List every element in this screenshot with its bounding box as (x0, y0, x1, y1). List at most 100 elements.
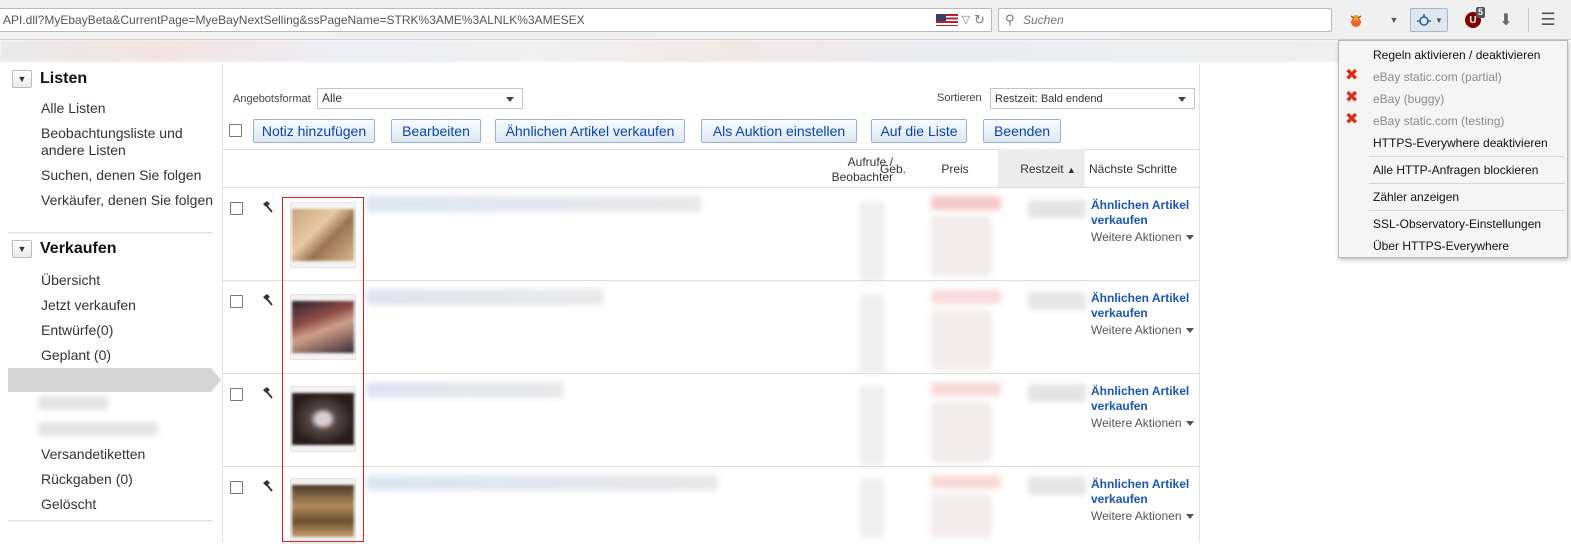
sidebar-item-blurred[interactable] (38, 396, 108, 410)
menu-item-disable-https-everywhere[interactable]: HTTPS-Everywhere deaktivieren (1373, 136, 1548, 150)
sidebar-item-entwuerfe[interactable]: Entwürfe(0) (41, 322, 216, 339)
link-text: verkaufen (1091, 213, 1148, 227)
menu-separator (1369, 156, 1565, 157)
browser-toolbar: API.dll?MyEbayBeta&CurrentPage=MyeBayNex… (0, 0, 1571, 40)
more-actions-dropdown[interactable]: Weitere Aktionen (1091, 230, 1194, 244)
sidebar-item-geplant[interactable]: Geplant (0) (41, 347, 216, 364)
search-bar[interactable]: ⚲ (998, 8, 1332, 32)
collapse-toggle-icon[interactable]: ▼ (12, 70, 32, 88)
link-text: Ähnlichen Artikel (1091, 384, 1190, 398)
chevron-down-icon: ▼ (1435, 15, 1443, 25)
menu-item-block-http[interactable]: Alle HTTP-Anfragen blockieren (1373, 163, 1538, 177)
collapse-toggle-icon[interactable]: ▼ (12, 240, 32, 258)
sidebar-item-blurred[interactable] (38, 422, 158, 436)
more-actions-dropdown[interactable]: Weitere Aktionen (1091, 509, 1194, 523)
row-checkbox[interactable] (230, 481, 243, 494)
price-cell-blurred (931, 402, 991, 462)
column-header-time-left[interactable]: Restzeit ▲ (1013, 162, 1083, 178)
sell-similar-link[interactable]: Ähnlichen Artikel verkaufen (1091, 291, 1201, 321)
add-to-list-button[interactable]: Auf die Liste (871, 119, 967, 143)
sell-similar-link[interactable]: Ähnlichen Artikel verkaufen (1091, 198, 1201, 228)
price-cell-blurred (931, 382, 1001, 396)
sidebar-divider (8, 232, 213, 233)
url-bar-icons: ▽ ↻ (935, 9, 985, 31)
item-title-blurred[interactable] (366, 475, 718, 491)
us-flag-icon[interactable] (935, 14, 958, 26)
table-divider (223, 187, 1199, 188)
chevron-down-icon[interactable]: ▼ (1386, 8, 1402, 32)
edit-button[interactable]: Bearbeiten (391, 119, 481, 143)
https-everywhere-button[interactable]: ▼ (1410, 8, 1448, 32)
more-actions-label: Weitere Aktionen (1091, 323, 1182, 337)
sidebar-item-beobachtungsliste[interactable]: Beobachtungsliste und andere Listen (41, 125, 216, 159)
link-text: verkaufen (1091, 399, 1148, 413)
sidebar-item-geloescht[interactable]: Gelöscht (41, 496, 216, 513)
sidebar-item-rueckgaben[interactable]: Rückgaben (0) (41, 471, 216, 488)
reload-icon[interactable]: ↻ (974, 9, 985, 31)
select-all-checkbox[interactable] (229, 124, 242, 137)
more-actions-label: Weitere Aktionen (1091, 509, 1182, 523)
item-title-blurred[interactable] (366, 289, 604, 305)
close-icon: ✖ (1345, 67, 1359, 84)
sidebar-item-uebersicht[interactable]: Übersicht (41, 272, 216, 289)
row-checkbox[interactable] (230, 202, 243, 215)
ublock-icon: U 5 (1465, 7, 1486, 28)
section-heading: Listen (40, 70, 88, 87)
url-text: API.dll?MyEbayBeta&CurrentPage=MyeBayNex… (3, 13, 585, 27)
sell-similar-link[interactable]: Ähnlichen Artikel verkaufen (1091, 384, 1201, 414)
menu-item-rule-ebay-buggy[interactable]: eBay (buggy) (1373, 92, 1444, 106)
menu-item-toggle-rules[interactable]: Regeln aktivieren / deaktivieren (1373, 48, 1540, 62)
more-actions-dropdown[interactable]: Weitere Aktionen (1091, 323, 1194, 337)
item-title-blurred[interactable] (366, 382, 564, 398)
add-note-button[interactable]: Notiz hinzufügen (253, 119, 375, 143)
views-cell-blurred (859, 202, 885, 282)
row-checkbox[interactable] (230, 388, 243, 401)
https-everywhere-icon (1417, 14, 1432, 26)
download-icon[interactable]: ⬇ (1496, 8, 1516, 32)
sort-label: Sortieren (937, 92, 982, 104)
views-cell-blurred (859, 386, 885, 466)
menu-item-ssl-observatory[interactable]: SSL-Observatory-Einstellungen (1373, 217, 1541, 231)
price-cell-blurred (931, 494, 991, 538)
sidebar-item-verkaeufer[interactable]: Verkäufer, denen Sie folgen (41, 192, 216, 209)
auction-hammer-icon (263, 294, 273, 306)
sidebar-section-listen[interactable]: ▼ Listen (12, 70, 87, 88)
close-icon: ✖ (1345, 89, 1359, 106)
sell-similar-button[interactable]: Ähnlichen Artikel verkaufen (495, 119, 685, 143)
sidebar-item-jetzt-verkaufen[interactable]: Jetzt verkaufen (41, 297, 216, 314)
firebug-icon[interactable] (1345, 8, 1367, 32)
format-select[interactable]: Alle (317, 88, 523, 109)
sell-similar-link[interactable]: Ähnlichen Artikel verkaufen (1091, 477, 1201, 507)
more-actions-dropdown[interactable]: Weitere Aktionen (1091, 416, 1194, 430)
price-cell-blurred (931, 196, 1001, 210)
sidebar-item-versandetiketten[interactable]: Versandetiketten (41, 446, 216, 463)
table-divider (223, 280, 1199, 281)
sort-ascending-icon: ▲ (1066, 165, 1076, 175)
table-divider (223, 373, 1199, 374)
dropdown-arrow-icon[interactable]: ▽ (962, 9, 970, 31)
sidebar-item-active-blurred[interactable] (8, 368, 221, 392)
column-header-price[interactable]: Preis (935, 162, 975, 177)
sort-select[interactable]: Restzeit: Bald endend (990, 88, 1195, 109)
more-actions-label: Weitere Aktionen (1091, 416, 1182, 430)
menu-item-about[interactable]: Über HTTPS-Everywhere (1373, 239, 1509, 253)
hamburger-menu-icon[interactable]: ☰ (1538, 8, 1558, 32)
end-listing-button[interactable]: Beenden (983, 119, 1061, 143)
url-bar[interactable]: API.dll?MyEbayBeta&CurrentPage=MyeBayNex… (0, 8, 992, 32)
column-header-bids[interactable]: Geb. (875, 162, 911, 177)
list-as-auction-button[interactable]: Als Auktion einstellen (701, 119, 857, 143)
search-input[interactable] (1021, 11, 1321, 29)
blurred-navigation-strip (0, 40, 1340, 62)
menu-item-rule-ebay-static-testing[interactable]: eBay static.com (testing) (1373, 114, 1504, 128)
sidebar-section-verkaufen[interactable]: ▼ Verkaufen (12, 240, 116, 258)
listings-panel: Angebotsformat Alle Sortieren Restzeit: … (222, 64, 1201, 544)
menu-item-rule-ebay-static-partial[interactable]: eBay static.com (partial) (1373, 70, 1502, 84)
auction-hammer-icon (263, 201, 273, 213)
row-checkbox[interactable] (230, 295, 243, 308)
sidebar-item-suchen[interactable]: Suchen, denen Sie folgen (41, 167, 216, 184)
sidebar-divider (8, 520, 213, 521)
menu-item-show-counter[interactable]: Zähler anzeigen (1373, 190, 1459, 204)
ublock-button[interactable]: U 5 (1462, 7, 1486, 32)
item-title-blurred[interactable] (366, 196, 701, 212)
sidebar-item-alle-listen[interactable]: Alle Listen (41, 100, 216, 117)
